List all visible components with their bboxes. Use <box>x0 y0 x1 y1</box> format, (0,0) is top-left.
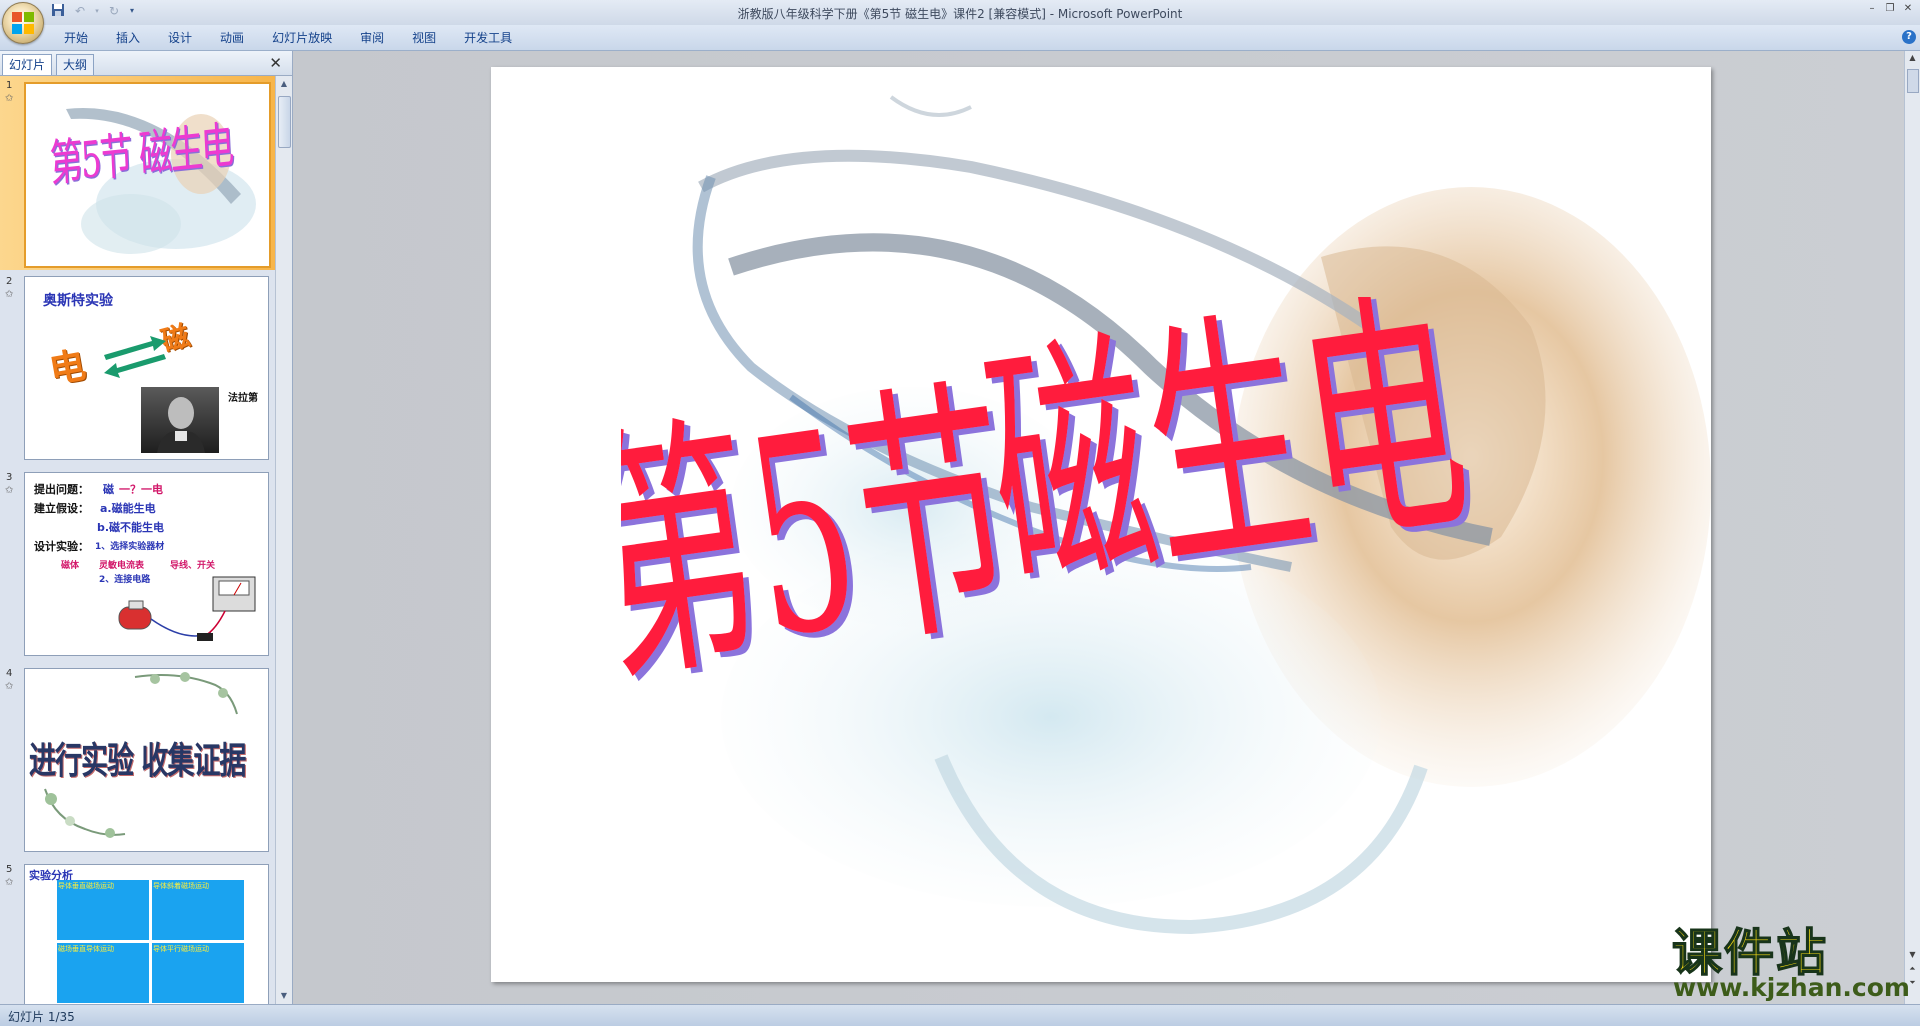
slide-number: 3 <box>6 472 13 483</box>
close-icon[interactable]: ✕ <box>1900 2 1916 16</box>
restore-icon[interactable]: ❐ <box>1882 2 1898 16</box>
ribbon-tabs: 开始 插入 设计 动画 幻灯片放映 审阅 视图 开发工具 <box>50 30 526 46</box>
animation-star-icon: ✩ <box>5 877 14 888</box>
current-slide[interactable]: 第5节 磁生电 <box>491 67 1711 982</box>
animation-star-icon: ✩ <box>5 93 14 104</box>
main-scrollbar[interactable]: ▲ ▼ ⏶ ⏷ <box>1904 51 1920 1004</box>
double-arrow-icon <box>104 336 166 378</box>
tab-insert[interactable]: 插入 <box>102 30 154 46</box>
thumb2-caption: 法拉第 <box>228 393 258 404</box>
thumb5-cell: 导体斜着磁场运动 <box>152 880 244 940</box>
slides-panel: 幻灯片 大纲 ✕ 1 ✩ 第5节 磁生电 2 ✩ 奥斯特实验 电 磁 法拉第 3… <box>0 51 293 1004</box>
scroll-up-icon[interactable]: ▲ <box>276 76 292 92</box>
tab-design[interactable]: 设计 <box>154 30 206 46</box>
thumbnail-row[interactable]: 1 ✩ 第5节 磁生电 <box>0 76 275 270</box>
window-controls: – ❐ ✕ <box>1864 2 1916 16</box>
thumb3-line: 建立假设： <box>34 502 89 515</box>
tab-slides[interactable]: 幻灯片 <box>2 54 53 75</box>
thumb3-line: 导线、开关 <box>170 561 216 571</box>
wordart-title: 第5节 磁生电 <box>576 261 1482 721</box>
office-logo-icon <box>12 12 34 34</box>
tab-home[interactable]: 开始 <box>50 30 102 46</box>
thumb5-cell: 导体平行磁场运动 <box>152 943 244 1003</box>
scroll-down-icon[interactable]: ▼ <box>276 988 292 1004</box>
slide-indicator: 幻灯片 1/35 <box>8 1010 75 1024</box>
office-button[interactable] <box>2 2 44 44</box>
thumbnail-list[interactable]: 1 ✩ 第5节 磁生电 2 ✩ 奥斯特实验 电 磁 法拉第 3 ✩ 提出问题： … <box>0 76 275 1004</box>
faraday-portrait <box>141 387 219 453</box>
slide-thumbnail-4[interactable]: 进行实验 收集证据 <box>24 668 269 852</box>
watermark-url: www.kjzhan.com <box>1673 973 1910 1002</box>
thumb4-title: 进行实验 收集证据 <box>29 740 246 783</box>
tab-animations[interactable]: 动画 <box>206 30 258 46</box>
slide-title[interactable]: 第5节 磁生电 <box>576 261 1621 737</box>
tab-slideshow[interactable]: 幻灯片放映 <box>258 30 346 46</box>
thumb3-line: 磁 <box>103 483 114 496</box>
scroll-thumb[interactable] <box>278 96 291 148</box>
slide-title-part1: 第5节 <box>621 352 1031 721</box>
thumbnail-row[interactable]: 4 ✩ 进行实验 收集证据 <box>0 664 275 860</box>
ribbon: 开始 插入 设计 动画 幻灯片放映 审阅 视图 开发工具 ? <box>0 25 1920 51</box>
minimize-icon[interactable]: – <box>1864 2 1880 16</box>
animation-star-icon: ✩ <box>5 681 14 692</box>
watermark-logo: 课件站 www.kjzhan.com <box>1670 924 1910 1005</box>
tab-outline[interactable]: 大纲 <box>56 54 95 75</box>
window-title: 浙教版八年级科学下册《第5节 磁生电》课件2 [兼容模式] - Microsof… <box>737 7 1183 21</box>
thumb2-heading: 奥斯特实验 <box>43 293 113 309</box>
animation-star-icon: ✩ <box>5 485 14 496</box>
slide-thumbnail-1[interactable]: 第5节 磁生电 <box>24 82 271 268</box>
tab-view[interactable]: 视图 <box>398 30 450 46</box>
thumb3-line: a.磁能生电 <box>100 502 156 515</box>
thumb2-left-word: 电 <box>46 345 89 392</box>
status-bar: 幻灯片 1/35 <box>0 1004 1920 1026</box>
title-bar: ↶ ▾ ↻ ▾ 浙教版八年级科学下册《第5节 磁生电》课件2 [兼容模式] - … <box>0 0 1920 25</box>
scroll-up-icon[interactable]: ▲ <box>1905 51 1920 65</box>
slide-title-part2: 磁生电 <box>972 297 1482 629</box>
tab-review[interactable]: 审阅 <box>346 30 398 46</box>
thumbnail-row[interactable]: 5 ✩ 实验分析 导体垂直磁场运动 导体斜着磁场运动 磁场垂直导体运动 导体平行… <box>0 860 275 1004</box>
slide-number: 4 <box>6 668 13 679</box>
thumb3-line: 1、选择实验器材 <box>95 542 165 552</box>
thumb3-line: 磁体 <box>61 561 80 571</box>
thumbnail-scrollbar[interactable]: ▲ ▼ <box>275 76 292 1004</box>
panel-tabs: 幻灯片 大纲 ✕ <box>0 51 292 76</box>
thumbnail-row[interactable]: 3 ✩ 提出问题： 磁 一？一电 建立假设： a.磁能生电 b.磁不能生电 设计… <box>0 468 275 664</box>
slide-thumbnail-3[interactable]: 提出问题： 磁 一？一电 建立假设： a.磁能生电 b.磁不能生电 设计实验： … <box>24 472 269 656</box>
slide-number: 5 <box>6 864 13 875</box>
slide-number: 1 <box>6 80 13 91</box>
thumb5-cell: 磁场垂直导体运动 <box>57 943 149 1003</box>
animation-star-icon: ✩ <box>5 289 14 300</box>
slide-number: 2 <box>6 276 13 287</box>
close-panel-icon[interactable]: ✕ <box>269 54 282 72</box>
thumb5-cell: 导体垂直磁场运动 <box>57 880 149 940</box>
thumb3-line: 一？一电 <box>119 483 163 496</box>
thumb3-line: b.磁不能生电 <box>97 521 165 534</box>
thumb3-line: 设计实验： <box>34 540 89 553</box>
circuit-diagram <box>118 576 256 641</box>
help-icon[interactable]: ? <box>1902 30 1916 44</box>
thumb3-line: 提出问题： <box>34 483 89 496</box>
scroll-thumb[interactable] <box>1907 69 1919 93</box>
slide-thumbnail-2[interactable]: 奥斯特实验 电 磁 法拉第 <box>24 276 269 460</box>
thumb3-line: 灵敏电流表 <box>99 561 145 571</box>
thumbnail-row[interactable]: 2 ✩ 奥斯特实验 电 磁 法拉第 <box>0 272 275 468</box>
tab-developer[interactable]: 开发工具 <box>450 30 526 46</box>
slide-thumbnail-5[interactable]: 实验分析 导体垂直磁场运动 导体斜着磁场运动 磁场垂直导体运动 导体平行磁场运动 <box>24 864 269 1004</box>
